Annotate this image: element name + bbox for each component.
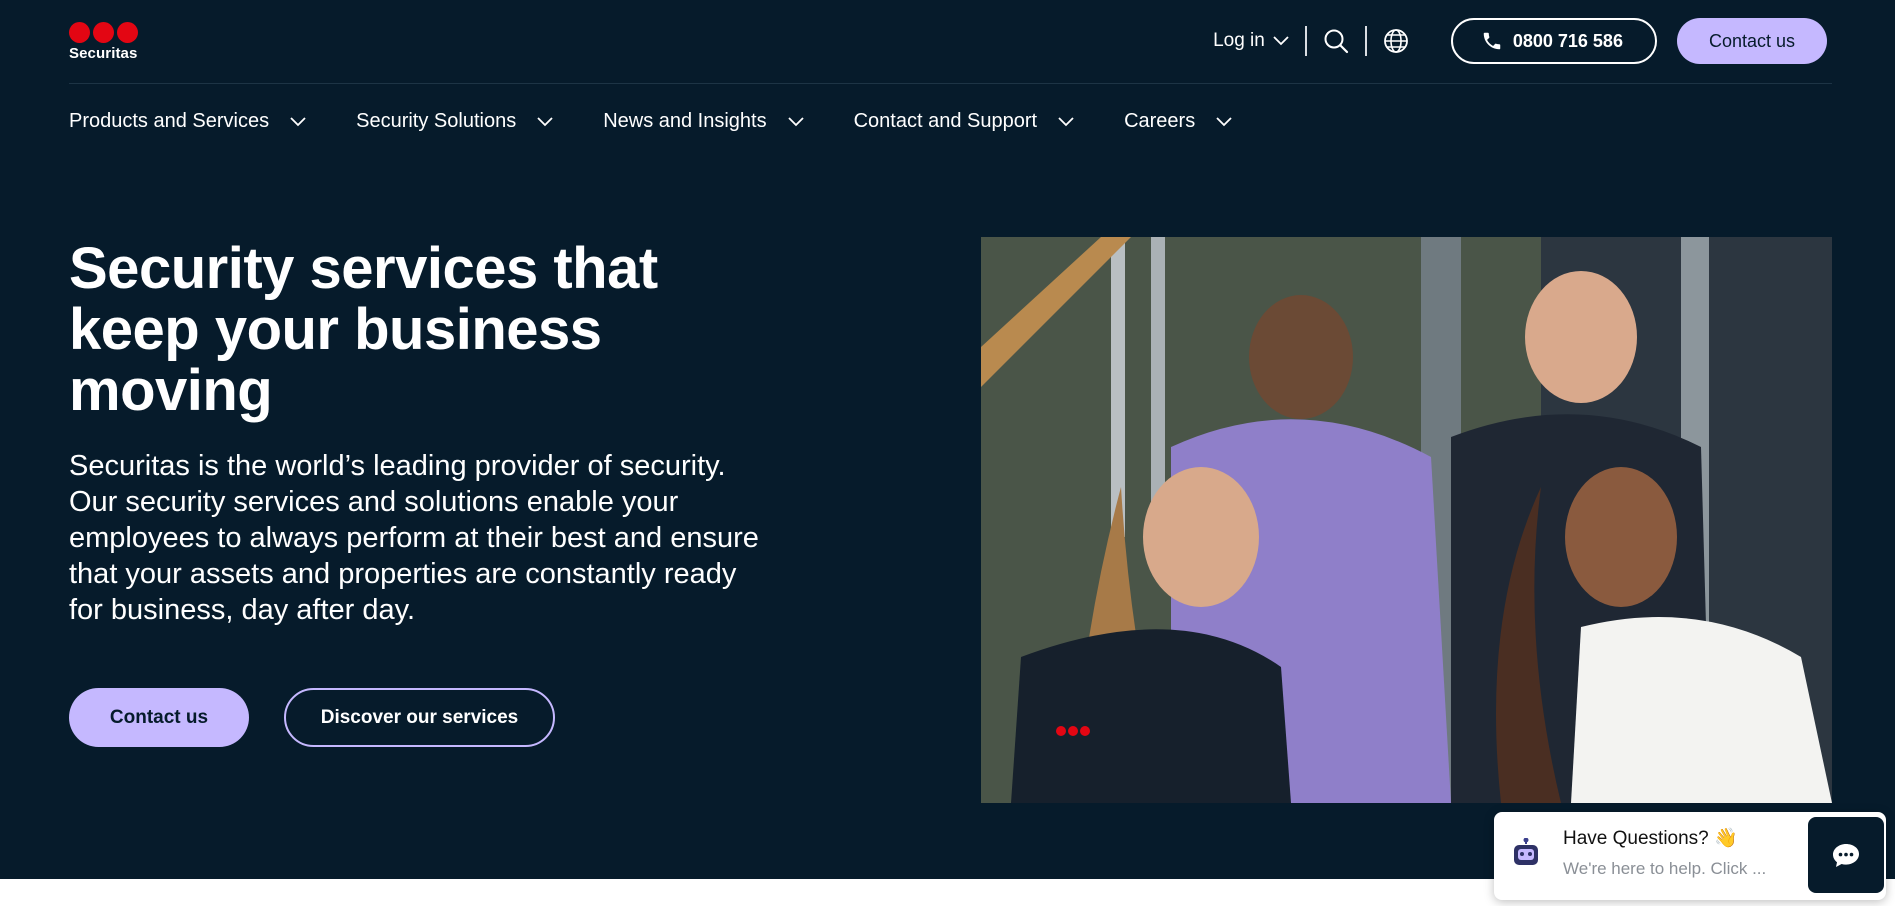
chat-bubble-icon: [1833, 844, 1859, 867]
hero-lead-text: Securitas is the world’s leading provide…: [69, 450, 759, 626]
chat-subtitle: We're here to help. Click ...: [1563, 859, 1767, 878]
hero-photo: [981, 237, 1832, 803]
nav-item-news-and-insights[interactable]: News and Insights: [603, 110, 804, 133]
nav-item-label: News and Insights: [603, 109, 767, 132]
nav-item-contact-and-support[interactable]: Contact and Support: [854, 110, 1075, 133]
login-label: Log in: [1213, 30, 1265, 51]
main-navigation: Products and Services Security Solutions…: [69, 106, 1282, 136]
hero-headline: Security services that keep your busines…: [69, 236, 658, 423]
nav-item-label: Security Solutions: [356, 109, 517, 132]
nav-item-careers[interactable]: Careers: [1124, 110, 1233, 133]
phone-button[interactable]: 0800 716 586: [1450, 18, 1657, 64]
bot-icon: [1514, 838, 1538, 865]
chat-title: Have Questions? 👋: [1563, 828, 1738, 849]
nav-item-label: Contact and Support: [853, 109, 1038, 132]
search-button[interactable]: [1307, 21, 1365, 61]
chevron-down-icon: [1058, 116, 1074, 126]
securitas-logo[interactable]: Securitas: [69, 22, 143, 64]
chevron-down-icon: [1216, 116, 1232, 126]
phone-number: 0800 716 586: [1512, 30, 1623, 51]
language-button[interactable]: [1367, 21, 1425, 61]
contact-us-button[interactable]: Contact us: [1676, 18, 1827, 64]
chevron-down-icon: [290, 116, 306, 126]
login-dropdown[interactable]: Log in: [1213, 30, 1305, 52]
contact-us-cta-button[interactable]: Contact us: [69, 688, 249, 747]
nav-item-label: Products and Services: [69, 109, 270, 132]
phone-icon: [1483, 32, 1501, 50]
discover-services-button[interactable]: Discover our services: [284, 688, 555, 747]
colleagues-photo-illustration: [981, 237, 1832, 803]
chevron-down-icon: [537, 116, 553, 126]
chevron-down-icon: [787, 116, 804, 126]
nav-item-label: Careers: [1124, 109, 1196, 132]
utility-bar: Log in 0800 716 586 Contact us: [1213, 18, 1827, 64]
search-icon: [1324, 29, 1348, 54]
chat-launcher-button[interactable]: [1808, 817, 1884, 893]
chevron-down-icon: [1273, 36, 1289, 46]
nav-item-products-and-services[interactable]: Products and Services: [69, 110, 307, 133]
globe-icon: [1383, 29, 1408, 53]
logo-dots: [69, 22, 143, 43]
logo-wordmark: Securitas: [69, 45, 138, 62]
header-divider: [69, 83, 1832, 84]
nav-item-security-solutions[interactable]: Security Solutions: [356, 110, 554, 133]
